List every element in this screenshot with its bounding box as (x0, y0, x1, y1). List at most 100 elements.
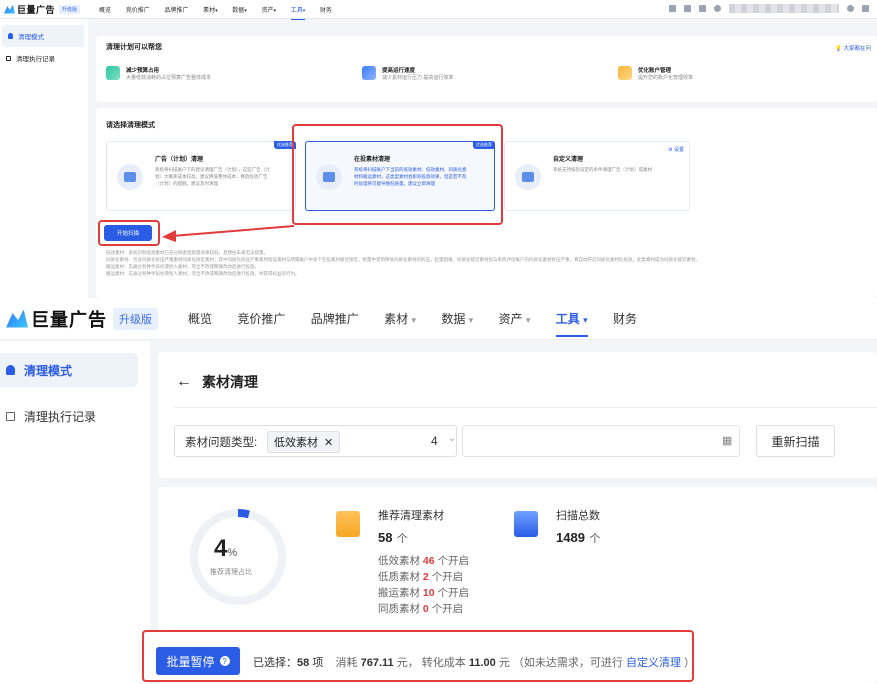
nav-assets[interactable]: 资产 ▾ (499, 312, 531, 326)
scan-total: 1489 (556, 530, 585, 545)
annotation-box-bottom-bar (142, 630, 694, 682)
note-line: 同质化素材：包含同质化拆压严重素材同质化接近素材；其中同质化拆压严重素材指该素材… (106, 257, 700, 262)
annotation-box-start-button (98, 220, 160, 246)
version-badge: 升级版 (59, 4, 81, 14)
percent-value: 4 % (214, 535, 238, 562)
rescan-button[interactable]: 重新扫描 (756, 425, 835, 457)
nav-finance[interactable]: 财务 (613, 312, 637, 326)
recommend-block: 推荐清理素材 58 个 低效素材 46 个开启 低质素材 2 个开启 搬运素材 … (378, 507, 469, 617)
date-range-redacted[interactable] (462, 425, 740, 457)
broom-icon (117, 164, 143, 190)
feature-desc: 减少素材运行压力 提高运行效率 (382, 75, 454, 81)
card-desc: 系统将扫描账户下的建议清理广告（计划），这些广告（计划）大概率成本较高，建议降低… (155, 167, 270, 186)
feature-desc: 大量低效消耗的占位预算广告整体成本 (126, 75, 212, 81)
list-icon (6, 411, 15, 421)
nav-data[interactable]: 数据 ▾ (441, 312, 473, 326)
nav-data[interactable]: 数据▾ (232, 8, 247, 14)
card-ad-clean[interactable]: 优选推荐 广告（计划）清理 系统将扫描账户下的建议清理广告（计划），这些广告（计… (106, 141, 296, 211)
feature-title: 提高运行速度 (382, 68, 416, 74)
nav-material[interactable]: 素材▾ (203, 8, 218, 14)
settings-link[interactable]: ⚙ 设置 (668, 146, 684, 153)
file-icon (336, 511, 360, 537)
scan-block: 扫描总数 1489 个 (556, 507, 600, 547)
sidebar-item-label: 清理模式 (24, 363, 73, 378)
brand-name: 巨量广告 (31, 309, 107, 330)
card-title: 自定义清理 (553, 157, 584, 163)
recommend-row-lowperf: 低效素材 46 个开启 (378, 555, 470, 567)
nav-finance[interactable]: 财务 (320, 8, 332, 14)
filter-type-select[interactable]: 素材问题类型: 低效素材 ✕ 4 ⌄ (174, 425, 457, 457)
percent-label: 推荐清理占比 (210, 569, 252, 576)
material-clean-header: ← 素材清理 素材问题类型: 低效素材 ✕ 4 ⌄ ▦ 重新扫描 (158, 352, 877, 478)
calendar-icon[interactable]: ▦ (722, 434, 732, 447)
note-line: 搬运素材：实通过各种手段抄袭别人素材，完全不改或略微改动后进行投放，并获得权益的… (106, 271, 300, 276)
feature-title: 减少预算占用 (126, 68, 160, 74)
sidebar-item-label: 清理模式 (18, 34, 44, 41)
gear-icon (515, 164, 541, 190)
faq-link[interactable]: 💡 大家都在问 (835, 44, 871, 52)
recommend-label: 推荐清理素材 (378, 510, 444, 522)
chevron-down-icon[interactable]: ⌄ (448, 433, 456, 444)
sidebar-item-clean-mode[interactable]: 清理模式 (0, 353, 138, 387)
sidebar-large: 清理模式 清理执行记录 (0, 341, 150, 684)
nav-material[interactable]: 素材 ▾ (384, 312, 416, 326)
nav-bidding[interactable]: 竞价推广 (237, 312, 285, 326)
document-icon[interactable] (669, 5, 676, 12)
back-arrow-icon[interactable]: ← (176, 373, 192, 391)
nav-brand[interactable]: 品牌推广 (311, 312, 359, 326)
feature-desc: 提升您的账户化管理效率 (638, 75, 694, 81)
nav-tools[interactable]: 工具▾ (291, 8, 306, 14)
card-title: 广告（计划）清理 (155, 157, 204, 163)
scan-label: 扫描总数 (556, 510, 600, 522)
gear-icon[interactable] (847, 5, 854, 12)
sidebar-item-clean-mode[interactable]: 清理模式 (2, 25, 84, 47)
nav-brand[interactable]: 品牌推广 (164, 8, 188, 14)
filter-chip[interactable]: 低效素材 ✕ (267, 431, 341, 453)
sidebar-item-clean-records[interactable]: 清理执行记录 (0, 47, 88, 69)
sidebar-item-label: 清理执行记录 (16, 56, 55, 63)
filter-label: 素材问题类型: (185, 437, 258, 449)
annotation-arrow (162, 225, 295, 242)
more-icon[interactable] (862, 5, 869, 12)
folder-icon (618, 66, 632, 80)
close-icon[interactable]: ✕ (324, 436, 333, 449)
note-line: 搬运素材：实通过各种手段抄袭别人素材，完全不改或略微改动后进行投放。 (106, 264, 259, 269)
recommend-total: 58 (378, 530, 393, 545)
card-desc: 系统支持按您设定的条件清理广告（计划）或素材 (553, 167, 652, 172)
sidebar-small: 清理模式 清理执行记录 (0, 19, 88, 299)
notes: 低效素材：系统识别低效素材已充分探索但跑量效果较低，且预估未来无法提量。 同质化… (106, 249, 871, 277)
version-badge: 升级版 (113, 307, 158, 330)
mode-select-title: 请选择清理模式 (106, 122, 155, 129)
database-icon (514, 511, 538, 537)
list-icon (6, 55, 11, 61)
percent-ring (190, 509, 286, 605)
feature-speed: 提高运行速度 减少素材运行压力 提高运行效率 (362, 66, 453, 81)
feature-title: 优化账户管理 (638, 68, 672, 74)
top-navbar-small: 巨量广告 升级版 概览 竞价推广 品牌推广 素材▾ 数据▾ 资产▾ 工具▾ 财务 (0, 0, 877, 19)
help-icon[interactable] (714, 5, 721, 12)
nav-bidding[interactable]: 竞价推广 (126, 8, 150, 14)
feature-account: 优化账户管理 提升您的账户化管理效率 (618, 66, 693, 81)
sidebar-item-clean-records[interactable]: 清理执行记录 (0, 399, 150, 433)
divider (174, 407, 877, 408)
message-icon[interactable] (699, 5, 706, 12)
top-navbar-large: 巨量广告 升级版 概览 竞价推广 品牌推广 素材 ▾ 数据 ▾ 资产 ▾ 工具 … (0, 298, 877, 340)
recommend-row-lowqual: 低质素材 2 个开启 (378, 571, 464, 583)
nav-tools[interactable]: 工具 ▾ (556, 312, 588, 326)
card-custom-clean[interactable]: ⚙ 设置 自定义清理 系统支持按您设定的条件清理广告（计划）或素材 (504, 141, 690, 211)
nav-overview[interactable]: 概览 (99, 8, 111, 14)
help-panel: 清理计划可以帮您 💡 大家都在问 减少预算占用 大量低效消耗的占位预算广告整体成本… (96, 36, 877, 102)
sidebar-item-label: 清理执行记录 (24, 409, 97, 424)
brand-logo-icon (6, 309, 28, 328)
account-info-redacted (729, 4, 839, 13)
budget-icon (106, 66, 120, 80)
page-title-row: ← 素材清理 (176, 372, 258, 392)
brand-name: 巨量广告 (17, 4, 56, 15)
annotation-box-material-card (292, 124, 503, 225)
feature-budget: 减少预算占用 大量低效消耗的占位预算广告整体成本 (106, 66, 211, 81)
rocket-icon (362, 66, 376, 80)
filter-count: 4 (431, 434, 438, 448)
bell-icon[interactable] (684, 5, 691, 12)
nav-assets[interactable]: 资产▾ (262, 8, 277, 14)
nav-overview[interactable]: 概览 (188, 312, 212, 326)
